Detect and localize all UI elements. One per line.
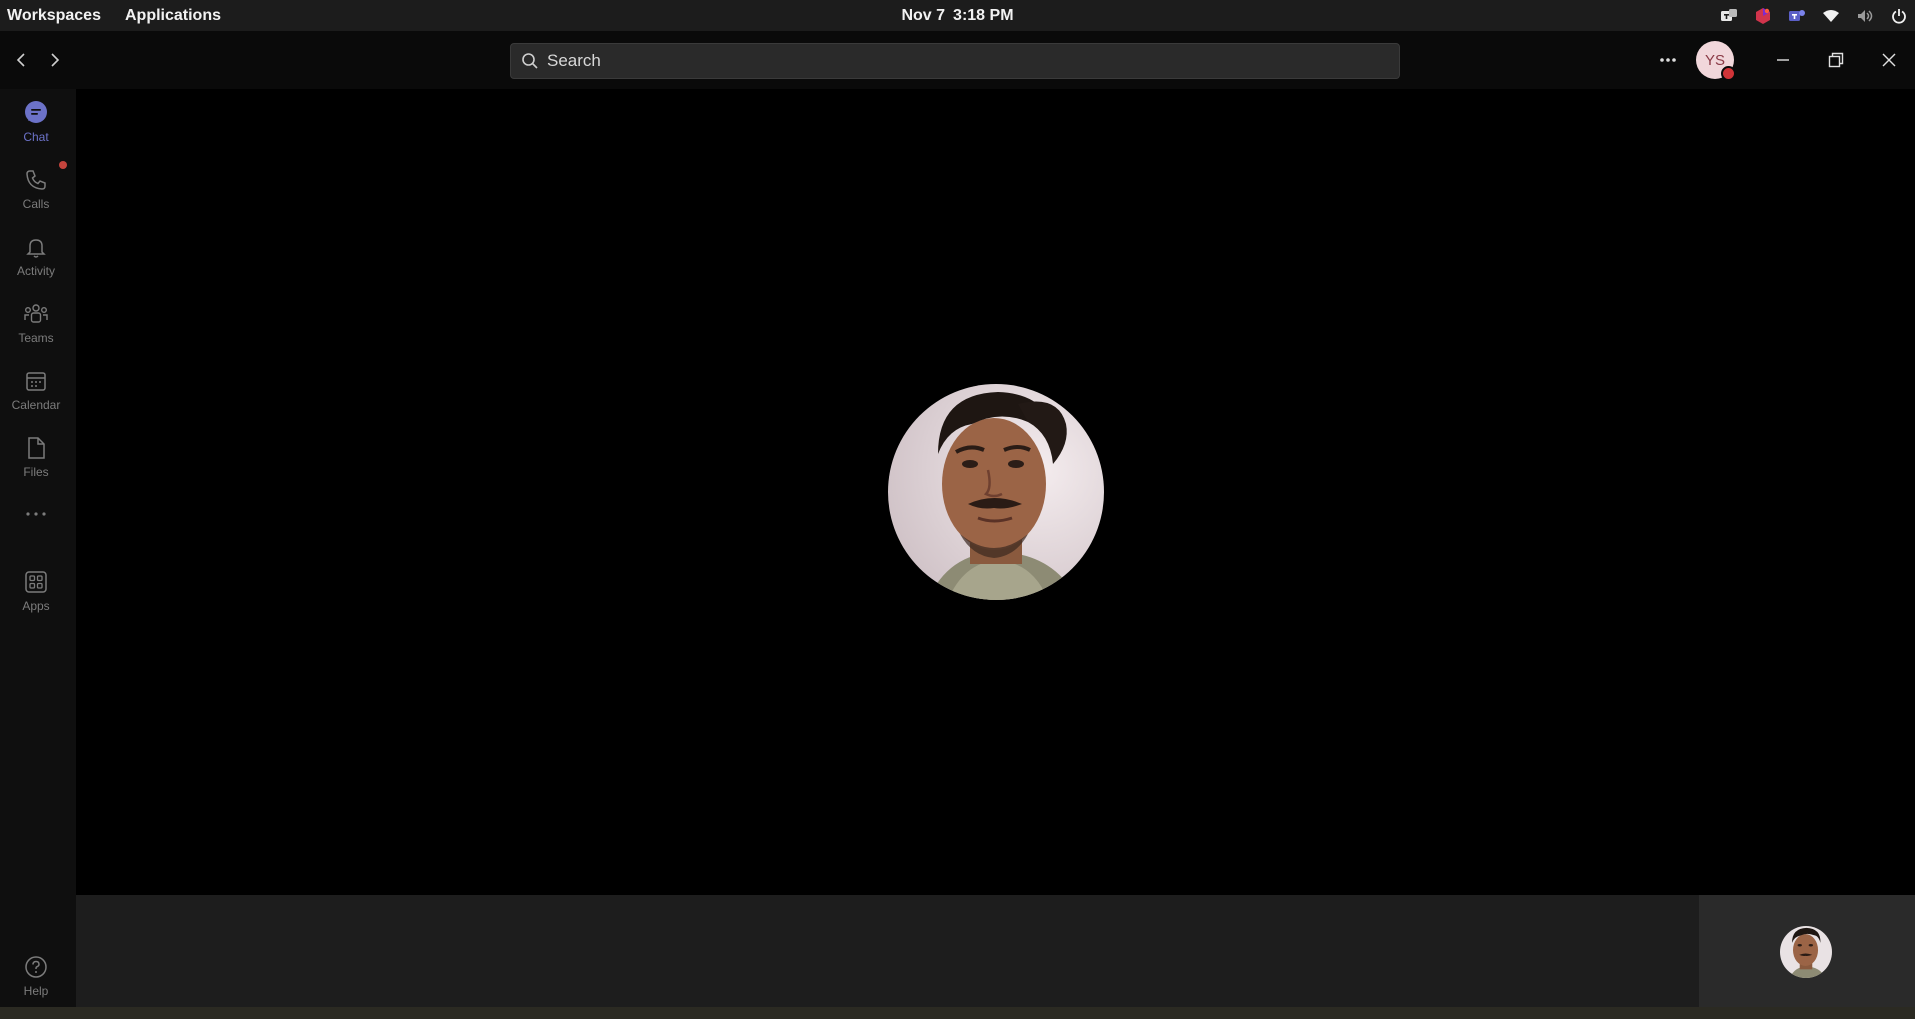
rail-item-label: Teams — [18, 331, 54, 345]
rail-item-apps[interactable]: Apps — [0, 561, 72, 621]
rail-item-label: Activity — [16, 264, 55, 278]
rail-item-label: Apps — [22, 599, 50, 613]
bell-icon — [23, 234, 49, 260]
forward-button[interactable] — [44, 49, 66, 71]
restore-icon — [1828, 52, 1843, 68]
system-top-bar: Workspaces Applications Nov 7 3:18 PM — [0, 0, 1915, 31]
rail-item-label: Help — [23, 984, 49, 998]
remote-participant-avatar[interactable] — [888, 384, 1104, 600]
back-button[interactable] — [10, 49, 32, 71]
rail-more-apps-button[interactable] — [0, 494, 72, 534]
volume-icon[interactable] — [1855, 6, 1875, 26]
notification-badge — [59, 161, 67, 169]
chevron-right-icon — [51, 53, 60, 67]
rail-item-label: Chat — [23, 130, 49, 144]
rail-item-teams[interactable]: Teams — [0, 293, 72, 353]
rail-item-label: Files — [23, 465, 49, 479]
call-stage — [76, 89, 1915, 895]
rail-item-chat[interactable]: Chat — [0, 92, 72, 152]
app-title-bar: YS — [0, 31, 1915, 89]
chat-icon — [23, 100, 49, 126]
call-bottom-bar — [76, 895, 1699, 1007]
rail-item-calendar[interactable]: Calendar — [0, 360, 72, 420]
ellipsis-icon — [23, 501, 49, 527]
file-icon — [23, 435, 49, 461]
clock[interactable]: Nov 7 3:18 PM — [0, 0, 1915, 31]
app-rail: Chat Calls Activity Teams Calendar Files — [0, 89, 76, 1019]
calendar-icon — [23, 368, 49, 394]
wifi-icon[interactable] — [1821, 6, 1841, 26]
apps-icon — [23, 569, 49, 595]
power-icon[interactable] — [1889, 6, 1909, 26]
presence-busy-indicator — [1721, 66, 1736, 81]
close-icon — [1882, 53, 1895, 67]
clock-date[interactable]: Nov 7 — [901, 7, 945, 25]
search-input[interactable] — [547, 51, 1367, 71]
rail-item-calls[interactable]: Calls — [0, 159, 72, 219]
teams-icon — [23, 301, 49, 327]
self-view-tile[interactable] — [1699, 895, 1915, 1007]
teams-tray-icon[interactable] — [1719, 6, 1739, 26]
profile-initials: YS — [1704, 51, 1725, 69]
rail-item-help[interactable]: Help — [0, 946, 72, 1006]
self-view-avatar — [1780, 926, 1832, 978]
more-options-button[interactable] — [1648, 40, 1688, 80]
workspaces-button[interactable]: Workspaces — [7, 7, 101, 25]
rail-item-files[interactable]: Files — [0, 427, 72, 487]
desktop-dock-strip — [0, 1007, 1915, 1019]
app-tray-icon-red[interactable] — [1753, 6, 1773, 26]
search-bar[interactable] — [510, 43, 1400, 79]
minimize-icon — [1776, 59, 1789, 61]
teams-tray-icon-blue[interactable] — [1787, 6, 1807, 26]
rail-item-label: Calendar — [11, 398, 61, 412]
help-icon — [23, 954, 49, 980]
rail-item-label: Calls — [22, 197, 50, 211]
close-button[interactable] — [1862, 31, 1915, 89]
minimize-button[interactable] — [1756, 31, 1809, 89]
phone-icon — [23, 161, 67, 193]
clock-time[interactable]: 3:18 PM — [953, 7, 1013, 25]
search-icon — [522, 53, 538, 69]
maximize-button[interactable] — [1809, 31, 1862, 89]
ellipsis-icon — [1660, 58, 1676, 62]
system-tray — [1719, 0, 1909, 31]
profile-avatar-button[interactable]: YS — [1696, 41, 1736, 81]
applications-menu[interactable]: Applications — [125, 7, 221, 25]
rail-item-activity[interactable]: Activity — [0, 226, 72, 286]
chevron-left-icon — [16, 53, 25, 67]
